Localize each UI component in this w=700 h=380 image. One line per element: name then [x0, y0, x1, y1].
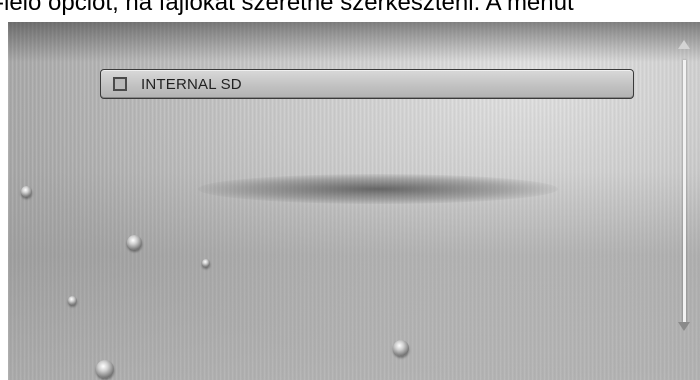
- caption-text: -lelő opciót, ha fájlokat szeretne szerk…: [0, 0, 574, 16]
- water-droplet-decoration: [21, 186, 32, 197]
- water-droplet-decoration: [202, 259, 210, 267]
- drive-item-internal-sd[interactable]: INTERNAL SD: [100, 69, 634, 99]
- triangle-down-icon[interactable]: [678, 322, 690, 331]
- caption-strip: -lelő opciót, ha fájlokat szeretne szerk…: [0, 0, 700, 22]
- scrollbar-track[interactable]: [683, 60, 686, 322]
- water-droplet-decoration: [96, 360, 114, 378]
- selection-shadow: [198, 174, 558, 204]
- water-droplet-decoration: [393, 340, 409, 356]
- file-browser-screen: INTERNAL SD: [8, 22, 700, 380]
- water-droplet-decoration: [127, 235, 142, 250]
- drive-item-label: INTERNAL SD: [141, 76, 242, 93]
- top-shade: [8, 22, 700, 62]
- triangle-up-icon[interactable]: [678, 40, 690, 49]
- water-droplet-decoration: [68, 296, 77, 305]
- checkbox-icon[interactable]: [113, 77, 127, 91]
